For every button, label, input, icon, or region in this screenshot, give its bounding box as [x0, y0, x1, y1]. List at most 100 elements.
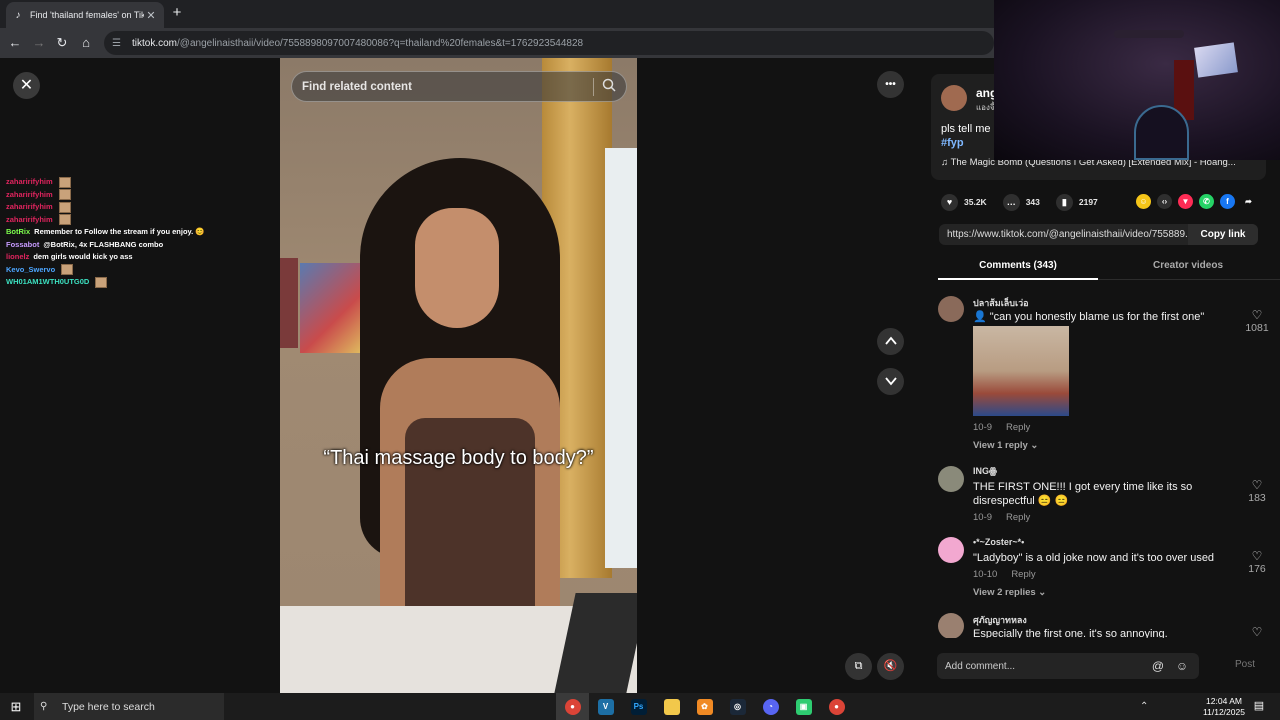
share-link-box: https://www.tiktok.com/@angelinaisthaii/…	[939, 224, 1258, 245]
chat-message: zaharirifyhim	[6, 176, 266, 189]
chat-text: @BotRix, 4x FLASHBANG combo	[43, 239, 164, 249]
search-icon[interactable]	[602, 78, 616, 95]
find-related-search[interactable]: Find related content	[291, 71, 627, 102]
forward-icon[interactable]: →	[31, 35, 47, 51]
commenter-name[interactable]: INGꙮ	[973, 466, 997, 477]
commenter-avatar[interactable]	[938, 537, 964, 563]
hashtag-fyp[interactable]: #fyp	[941, 137, 964, 149]
taskbar-vegas[interactable]: V	[589, 693, 622, 720]
find-related-placeholder: Find related content	[302, 80, 412, 93]
new-tab-button[interactable]: +	[168, 4, 186, 22]
comment-date: 10-9	[973, 422, 993, 433]
bookmark-icon[interactable]: ▮	[1055, 193, 1073, 211]
folder-icon	[663, 698, 680, 715]
chat-username[interactable]: Kevo_Swervo	[6, 264, 55, 277]
comment-like[interactable]: ♡ 176	[1242, 549, 1272, 575]
back-icon[interactable]: ←	[7, 35, 23, 51]
photoshop-icon: Ps	[630, 698, 647, 715]
taskbar-explorer[interactable]	[655, 693, 688, 720]
chat-username[interactable]: zaharirifyhim	[6, 201, 53, 214]
chat-username[interactable]: BotRix	[6, 226, 30, 239]
comment-icon[interactable]: …	[1002, 193, 1020, 211]
chevron-up-icon[interactable]: ⌃	[1140, 701, 1148, 712]
commenter-avatar[interactable]	[938, 466, 964, 492]
commenter-avatar[interactable]	[938, 613, 964, 638]
previous-video-button[interactable]	[877, 328, 904, 355]
comment-like[interactable]: ♡ 183	[1242, 478, 1272, 504]
add-comment-field[interactable]: Add comment... @ ☺	[937, 653, 1199, 679]
heart-outline-icon[interactable]: ♡	[1242, 308, 1272, 322]
chat-username[interactable]: zaharirifyhim	[6, 189, 53, 202]
wall-poster	[300, 263, 364, 353]
comment-gif[interactable]	[973, 326, 1069, 416]
facebook-icon[interactable]: f	[1220, 194, 1235, 209]
next-video-button[interactable]	[877, 368, 904, 395]
chat-username[interactable]: Fossabot	[6, 239, 39, 252]
notification-icon[interactable]: ▤	[1252, 699, 1266, 713]
chat-emote-icon	[58, 189, 71, 201]
reply-button[interactable]: Reply	[1011, 569, 1035, 580]
emoji-icon[interactable]: ☺	[1173, 659, 1191, 673]
address-bar[interactable]: ☰ tiktok.com /@angelinaisthaii/video/755…	[104, 31, 994, 55]
more-options-button[interactable]: •••	[877, 71, 904, 98]
site-info-icon[interactable]: ☰	[112, 38, 126, 49]
chat-message: Kevo_Swervo	[6, 264, 266, 277]
taskbar-chrome-2[interactable]: ●	[820, 693, 853, 720]
app-icon: ▣	[795, 698, 812, 715]
heart-outline-icon[interactable]: ♡	[1242, 478, 1272, 492]
copy-link-button[interactable]: Copy link	[1188, 224, 1258, 245]
divider	[593, 77, 594, 96]
comment-like[interactable]: ♡	[1242, 625, 1272, 638]
taskbar-chrome[interactable]: ●	[556, 693, 589, 720]
send-icon[interactable]: ▼	[1178, 194, 1193, 209]
tab-close-icon[interactable]: ✕	[144, 9, 158, 22]
commenter-name[interactable]: •*~Zoster~*•	[973, 537, 1024, 547]
friends-share-icon[interactable]: ☺	[1136, 194, 1151, 209]
heart-outline-icon[interactable]: ♡	[1242, 625, 1272, 638]
view-replies-button[interactable]: View 2 replies ⌄	[973, 587, 1046, 598]
close-video-button[interactable]: ✕	[13, 72, 40, 99]
floating-player-icon[interactable]: ⧉	[845, 653, 872, 680]
windows-start-icon[interactable]: ⊞	[8, 699, 24, 715]
chat-username[interactable]: lionelz	[6, 251, 29, 264]
reload-icon[interactable]: ↻	[54, 35, 70, 51]
view-replies-button[interactable]: View 1 reply ⌄	[973, 440, 1038, 451]
streamer	[1134, 105, 1189, 160]
whatsapp-icon[interactable]: ✆	[1199, 194, 1214, 209]
home-icon[interactable]: ⌂	[78, 35, 94, 51]
reply-button[interactable]: Reply	[1006, 422, 1030, 433]
post-button[interactable]: Post	[1235, 659, 1255, 670]
share-arrow-icon[interactable]: ➦	[1241, 194, 1256, 209]
heart-icon[interactable]: ♥	[941, 193, 958, 211]
reply-button[interactable]: Reply	[1006, 512, 1030, 523]
chat-username[interactable]: zaharirifyhim	[6, 214, 53, 227]
mute-icon[interactable]: 🔇	[877, 653, 904, 680]
commenter-name[interactable]: ศุภัญญาทหลง	[973, 613, 1027, 627]
taskbar-steam[interactable]: ◎	[721, 693, 754, 720]
mention-icon[interactable]: @	[1149, 659, 1167, 673]
taskbar-app[interactable]: ▣	[787, 693, 820, 720]
browser-tab[interactable]: ♪ Find 'thailand females' on TikTo ✕	[6, 2, 164, 28]
tab-creator-videos[interactable]: Creator videos	[1098, 254, 1278, 280]
taskbar-clock[interactable]: 12:04 AM 11/12/2025	[1200, 696, 1248, 718]
person-face	[415, 208, 499, 328]
heart-outline-icon[interactable]: ♡	[1242, 549, 1272, 563]
share-link-url[interactable]: https://www.tiktok.com/@angelinaisthaii/…	[939, 229, 1188, 240]
commenter-avatar[interactable]	[938, 296, 964, 322]
music-note-icon: ♫	[941, 157, 951, 168]
chat-username[interactable]: WH01AM1WTH0UTG0D	[6, 276, 89, 289]
taskbar-fl-studio[interactable]: ✿	[688, 693, 721, 720]
taskbar-discord[interactable]: ◔	[754, 693, 787, 720]
video-player[interactable]: “Thai massage body to body?”	[280, 58, 637, 693]
author-avatar[interactable]	[941, 85, 967, 111]
video-description: pls tell me	[941, 123, 991, 135]
comment-like[interactable]: ♡ 1081	[1242, 308, 1272, 334]
clock-date: 11/12/2025	[1203, 707, 1245, 717]
tab-comments[interactable]: Comments (343)	[938, 254, 1098, 280]
commenter-name[interactable]: ปลาส้มเล็บเว่อ	[973, 296, 1029, 310]
taskbar-search-placeholder: Type here to search	[62, 700, 155, 713]
chat-username[interactable]: zaharirifyhim	[6, 176, 53, 189]
embed-icon[interactable]: ‹›	[1157, 194, 1172, 209]
taskbar-search[interactable]: ⚲ Type here to search	[34, 693, 224, 720]
taskbar-photoshop[interactable]: Ps	[622, 693, 655, 720]
